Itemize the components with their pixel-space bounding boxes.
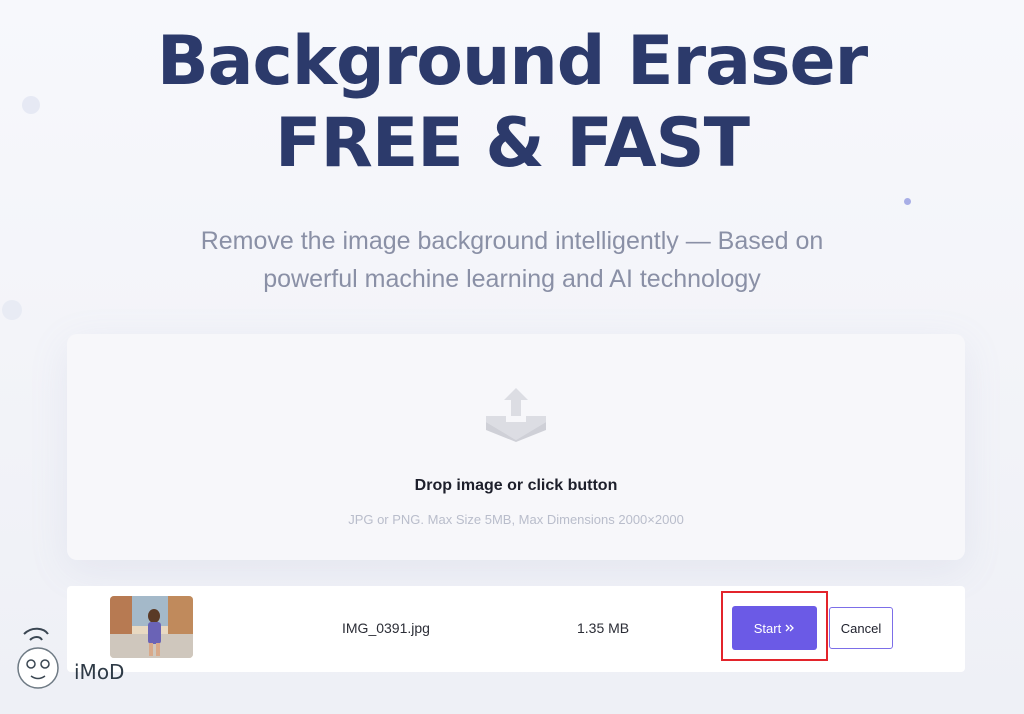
upload-dropzone[interactable]: Drop image or click button JPG or PNG. M… bbox=[67, 334, 965, 560]
watermark-text: iMoD bbox=[74, 660, 125, 684]
watermark-character-icon bbox=[17, 627, 59, 689]
file-name: IMG_0391.jpg bbox=[342, 620, 430, 636]
upload-icon bbox=[486, 388, 546, 442]
cancel-button[interactable]: Cancel bbox=[829, 607, 893, 649]
decor-dot bbox=[2, 300, 22, 320]
subtitle-line-1: Remove the image background intelligentl… bbox=[200, 227, 824, 255]
watermark-logo: iMoD bbox=[12, 624, 132, 694]
start-button-label: Start bbox=[753, 620, 782, 636]
start-button[interactable]: Start bbox=[732, 606, 817, 650]
page-title-secondary: FREE & FAST bbox=[275, 104, 750, 183]
page-subtitle: Remove the image background intelligentl… bbox=[0, 222, 1024, 298]
page-title: Background Eraser bbox=[156, 22, 868, 101]
file-size: 1.35 MB bbox=[577, 620, 630, 636]
dropzone-title: Drop image or click button bbox=[414, 477, 618, 494]
double-chevron-right-icon bbox=[785, 624, 795, 632]
dropzone-hint: JPG or PNG. Max Size 5MB, Max Dimensions… bbox=[348, 512, 684, 527]
page: Background Eraser FREE & FAST Remove the… bbox=[0, 0, 1024, 714]
file-row: IMG_0391.jpg 1.35 MB Start Cancel bbox=[67, 586, 965, 672]
decor-dot bbox=[904, 198, 911, 205]
subtitle-line-2: powerful machine learning and AI technol… bbox=[263, 265, 761, 293]
